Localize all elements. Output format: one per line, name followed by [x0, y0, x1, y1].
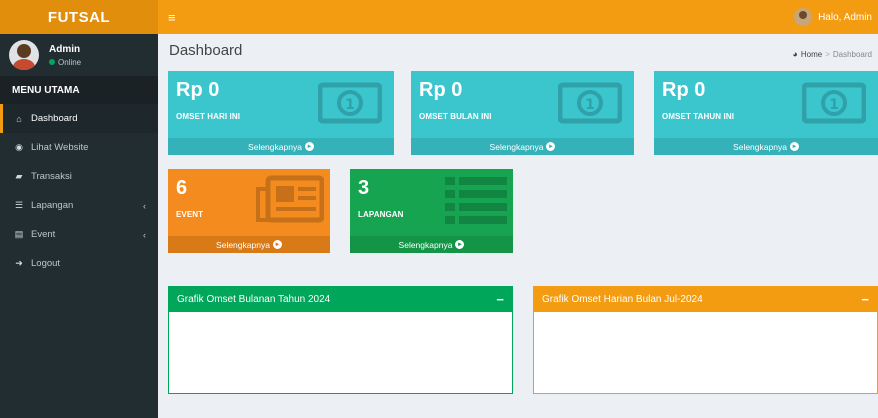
sidebar: Admin Online MENU UTAMA ⌂ Dashboard ◉ Li…	[0, 34, 158, 418]
user-name: Admin	[49, 43, 81, 55]
arrow-circle-right-icon: ►	[455, 240, 465, 249]
chevron-left-icon: ‹	[143, 200, 146, 211]
stat-box-omset-tahun-ini: Rp 0 OMSET TAHUN INI 1 Selengkapnya ►	[654, 71, 878, 155]
breadcrumb-current: Dashboard	[832, 49, 872, 59]
user-status: Online	[49, 58, 81, 67]
panel-header: Grafik Omset Harian Bulan Jul-2024 −	[534, 287, 877, 312]
breadcrumb: ◕ Home > Dashboard	[792, 49, 872, 59]
stat-value: Rp 0	[419, 79, 463, 101]
dashboard-icon: ◕	[792, 49, 798, 59]
user-menu[interactable]: Halo, Admin	[794, 8, 872, 26]
user-status-text: Online	[58, 57, 82, 67]
money-icon: 1	[318, 82, 382, 124]
sidebar-item-label: Lihat Website	[31, 142, 89, 153]
stat-label: OMSET TAHUN INI	[662, 112, 735, 121]
more-info-link[interactable]: Selengkapnya ►	[654, 138, 878, 155]
book-icon: ▰	[15, 171, 23, 181]
newspaper-icon: ▤	[14, 229, 24, 239]
sidebar-item-label: Event	[31, 229, 56, 240]
sidebar-item-lihat-website[interactable]: ◉ Lihat Website	[0, 133, 158, 162]
more-info-label: Selengkapnya	[489, 141, 544, 152]
stat-label: LAPANGAN	[358, 210, 404, 219]
user-greeting: Halo, Admin	[818, 11, 872, 23]
stat-value: 6	[176, 177, 188, 199]
stat-value: Rp 0	[662, 79, 706, 101]
more-info-label: Selengkapnya	[216, 239, 270, 250]
user-avatar-small	[794, 8, 813, 26]
breadcrumb-home-link[interactable]: Home	[801, 50, 822, 59]
money-icon: 1	[802, 82, 866, 124]
user-info: Admin Online	[49, 44, 81, 67]
sidebar-item-transaksi[interactable]: ▰ Transaksi	[0, 162, 158, 191]
svg-text:1: 1	[345, 97, 355, 113]
sidebar-toggle-icon[interactable]: ≡	[168, 10, 176, 25]
stat-value: Rp 0	[176, 79, 220, 101]
menu-header: MENU UTAMA	[0, 76, 158, 104]
panel-title: Grafik Omset Harian Bulan Jul-2024	[542, 294, 703, 305]
more-info-link[interactable]: Selengkapnya ►	[411, 138, 634, 155]
stat-box-event: 6 EVENT Selengkapnya ►	[168, 169, 330, 253]
sidebar-item-logout[interactable]: ➜ Logout	[0, 249, 158, 278]
avatar	[9, 40, 39, 70]
brand-logo[interactable]: FUTSAL	[0, 0, 158, 34]
sidebar-item-label: Logout	[31, 258, 61, 269]
list-icon: ☰	[14, 200, 24, 210]
sidebar-item-label: Dashboard	[31, 113, 78, 124]
stat-value: 3	[358, 177, 370, 199]
list-icon	[445, 177, 507, 224]
money-icon: 1	[558, 82, 622, 124]
sidebar-item-dashboard[interactable]: ⌂ Dashboard	[0, 104, 158, 133]
sidebar-item-event[interactable]: ▤ Event ‹	[0, 220, 158, 249]
sidebar-item-lapangan[interactable]: ☰ Lapangan ‹	[0, 191, 158, 220]
more-info-label: Selengkapnya	[398, 239, 453, 250]
stat-label: EVENT	[176, 210, 204, 219]
user-panel: Admin Online	[0, 34, 158, 76]
stat-box-omset-hari-ini: Rp 0 OMSET HARI INI 1 Selengkapnya ►	[168, 71, 394, 155]
panel-title: Grafik Omset Bulanan Tahun 2024	[177, 294, 331, 305]
collapse-button[interactable]: −	[861, 292, 869, 307]
more-info-label: Selengkapnya	[733, 141, 787, 152]
page-title: Dashboard	[169, 42, 243, 59]
top-navbar: ≡ Halo, Admin	[158, 0, 878, 34]
stat-label: OMSET HARI INI	[176, 112, 241, 121]
breadcrumb-separator: >	[825, 49, 830, 59]
newspaper-icon	[256, 175, 324, 223]
panel-grafik-omset-bulanan: Grafik Omset Bulanan Tahun 2024 −	[168, 286, 513, 394]
more-info-link[interactable]: Selengkapnya ►	[168, 138, 394, 155]
online-dot-icon	[49, 59, 55, 65]
home-icon: ⌂	[16, 113, 22, 124]
svg-text:1: 1	[585, 97, 595, 113]
panel-header: Grafik Omset Bulanan Tahun 2024 −	[169, 287, 512, 312]
stat-label: OMSET BULAN INI	[419, 112, 492, 121]
arrow-circle-right-icon: ►	[304, 142, 314, 151]
logout-icon: ➜	[15, 258, 23, 268]
brand-title: FUTSAL	[47, 8, 111, 26]
panel-grafik-omset-harian: Grafik Omset Harian Bulan Jul-2024 −	[533, 286, 878, 394]
chevron-left-icon: ‹	[143, 229, 146, 240]
stat-box-lapangan: 3 LAPANGAN Selengkapnya ►	[350, 169, 513, 253]
arrow-circle-right-icon: ►	[272, 240, 282, 249]
more-info-link[interactable]: Selengkapnya ►	[350, 236, 513, 253]
arrow-circle-right-icon: ►	[546, 142, 556, 151]
collapse-button[interactable]: −	[496, 292, 504, 307]
sidebar-item-label: Transaksi	[31, 171, 72, 182]
sidebar-item-label: Lapangan	[31, 200, 74, 211]
more-info-link[interactable]: Selengkapnya ►	[168, 236, 330, 253]
globe-icon: ◉	[15, 142, 23, 152]
stat-box-omset-bulan-ini: Rp 0 OMSET BULAN INI 1 Selengkapnya ►	[411, 71, 634, 155]
more-info-label: Selengkapnya	[248, 141, 302, 152]
svg-text:1: 1	[829, 97, 839, 113]
arrow-circle-right-icon: ►	[789, 142, 799, 151]
